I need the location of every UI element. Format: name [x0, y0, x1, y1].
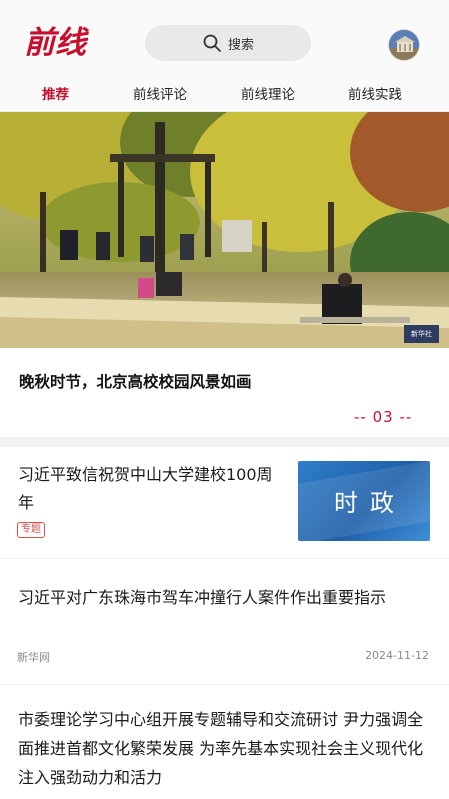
- carousel-caption[interactable]: 晚秋时节，北京高校校园风景如画: [19, 370, 252, 392]
- tab-recommend[interactable]: 推荐: [42, 83, 69, 103]
- news-item[interactable]: 市委理论学习中心组开展专题辅导和交流研讨 尹力强调全面推进首都文化繁荣发展 为率…: [0, 685, 449, 799]
- search-label: 搜索: [227, 37, 254, 53]
- tab-frontline-practice[interactable]: 前线实践: [348, 83, 402, 103]
- app-logo[interactable]: 前线: [22, 20, 94, 62]
- news-agency-watermark: 新华社: [404, 325, 439, 343]
- logo-mark: 前线: [24, 25, 90, 61]
- tab-frontline-commentary[interactable]: 前线评论: [133, 83, 187, 103]
- user-avatar[interactable]: [388, 29, 420, 61]
- news-item[interactable]: 习近平致信祝贺中山大学建校100周年 专题 时政: [0, 447, 449, 559]
- news-date: 2024-11-12: [365, 649, 429, 662]
- thumbnail-text: 时政: [334, 489, 406, 517]
- news-item[interactable]: 习近平对广东珠海市驾车冲撞行人案件作出重要指示 新华网 2024-11-12: [0, 567, 449, 685]
- logo-text: 前线: [24, 25, 90, 61]
- news-thumbnail: 时政: [298, 461, 430, 541]
- news-title: 市委理论学习中心组开展专题辅导和交流研讨 尹力强调全面推进首都文化繁荣发展 为率…: [18, 710, 424, 787]
- section-divider: [0, 437, 449, 447]
- category-tabs: 推荐 前线评论 前线理论 前线实践: [0, 74, 449, 112]
- carousel-image[interactable]: [0, 112, 449, 348]
- tab-frontline-theory[interactable]: 前线理论: [241, 83, 295, 103]
- news-title: 习近平致信祝贺中山大学建校100周年: [18, 465, 273, 512]
- carousel-page-indicator: -- 03 --: [354, 408, 413, 426]
- avatar-image: [389, 30, 419, 60]
- news-title: 习近平对广东珠海市驾车冲撞行人案件作出重要指示: [18, 588, 387, 607]
- search-bar[interactable]: 搜索: [145, 25, 311, 61]
- search-icon: [203, 34, 221, 52]
- campus-autumn-photo: [0, 112, 449, 348]
- app-header: 前线 搜索: [0, 0, 449, 74]
- news-source: 新华网: [17, 651, 50, 664]
- topic-tag: 专题: [17, 522, 45, 538]
